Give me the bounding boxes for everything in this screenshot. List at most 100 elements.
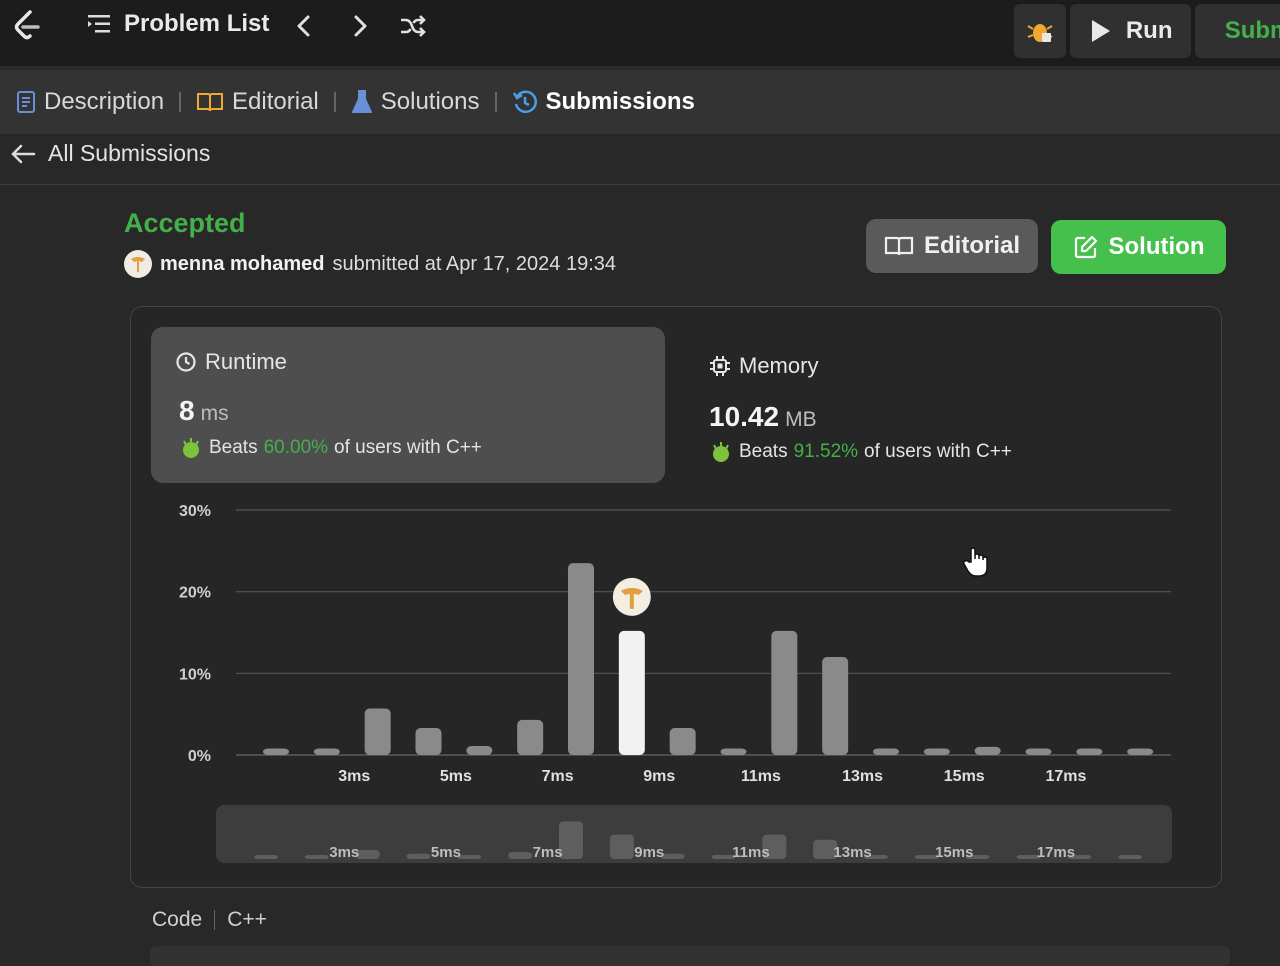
code-divider bbox=[214, 910, 216, 930]
book-icon bbox=[884, 236, 914, 256]
navigator-bar bbox=[254, 855, 278, 859]
tab-divider bbox=[333, 92, 336, 112]
all-submissions-link[interactable]: All Submissions bbox=[10, 140, 210, 167]
y-tick-label: 20% bbox=[179, 585, 211, 602]
chart-bar bbox=[1076, 748, 1103, 755]
x-tick-label: 9ms bbox=[643, 768, 675, 785]
chevron-left-icon[interactable] bbox=[290, 12, 318, 40]
chart-bar bbox=[923, 748, 950, 755]
navigator-bar bbox=[304, 855, 329, 859]
chart-bar bbox=[974, 746, 1001, 755]
navigator-bar bbox=[508, 852, 533, 859]
submission-detail: All Submissions Accepted menna mohamed s… bbox=[0, 134, 1280, 966]
chevron-right-icon[interactable] bbox=[346, 12, 374, 40]
chart-bar bbox=[517, 719, 544, 755]
run-button[interactable]: Run bbox=[1069, 4, 1191, 58]
code-header: Code C++ bbox=[152, 908, 267, 932]
hand-cursor-icon bbox=[962, 547, 988, 577]
chart-bar bbox=[771, 630, 798, 755]
editorial-button-label: Editorial bbox=[923, 232, 1020, 259]
solution-button[interactable]: Solution bbox=[1051, 220, 1226, 274]
tab-editorial[interactable]: Editorial bbox=[196, 88, 319, 116]
play-icon bbox=[1091, 20, 1110, 42]
submit-button[interactable]: Submit bbox=[1194, 4, 1280, 58]
chart-bar bbox=[1025, 748, 1052, 755]
debug-button[interactable] bbox=[1014, 4, 1066, 58]
navigator-tick-label: 13ms bbox=[833, 844, 871, 861]
chart-bar bbox=[720, 748, 747, 755]
code-block bbox=[150, 946, 1230, 966]
chart-bar bbox=[466, 746, 493, 755]
book-icon bbox=[197, 93, 224, 112]
leetcode-logo-icon[interactable] bbox=[10, 8, 46, 44]
tab-description-label: Description bbox=[44, 88, 165, 115]
all-submissions-label: All Submissions bbox=[48, 140, 211, 166]
navigator-tick-label: 15ms bbox=[935, 844, 973, 861]
top-bar: Problem List Run Sub bbox=[0, 0, 1280, 66]
shuffle-icon[interactable] bbox=[398, 12, 426, 40]
problem-list-button[interactable]: Problem List bbox=[86, 10, 269, 38]
list-icon bbox=[88, 15, 110, 33]
status-accepted: Accepted bbox=[124, 208, 246, 238]
navigator-tick-label: 5ms bbox=[431, 844, 461, 861]
navigator-tick-label: 17ms bbox=[1037, 844, 1075, 861]
navigator-tick-label: 9ms bbox=[634, 844, 664, 861]
tab-solutions-label: Solutions bbox=[380, 88, 480, 115]
chart-bar bbox=[364, 708, 391, 755]
x-tick-label: 13ms bbox=[842, 768, 883, 785]
submission-info: menna mohamed submitted at Apr 17, 2024 … bbox=[124, 250, 616, 278]
tab-submissions-label: Submissions bbox=[545, 88, 695, 115]
code-language: C++ bbox=[227, 908, 267, 931]
chart-bar bbox=[873, 748, 899, 755]
action-buttons: Run Submit bbox=[1014, 4, 1280, 58]
submit-label: Submit bbox=[1224, 17, 1280, 44]
chart-bar bbox=[313, 748, 340, 755]
document-icon bbox=[17, 91, 35, 113]
flask-icon bbox=[351, 90, 372, 113]
navigator-bar bbox=[609, 834, 634, 859]
username[interactable]: menna mohamed bbox=[160, 253, 324, 276]
chart-bar bbox=[263, 748, 289, 755]
stats-panel: Runtime 8 ms Beats 60.00% of users with … bbox=[130, 306, 1222, 888]
navigator-bar bbox=[1118, 855, 1143, 859]
chart-bar bbox=[1127, 748, 1154, 755]
chart-bar bbox=[568, 563, 594, 755]
navigator-tick-label: 7ms bbox=[533, 844, 563, 861]
tab-editorial-label: Editorial bbox=[232, 88, 319, 115]
tab-divider bbox=[494, 92, 497, 112]
chart-bar bbox=[669, 728, 696, 755]
x-tick-label: 11ms bbox=[741, 768, 781, 785]
chart-bar bbox=[618, 630, 645, 755]
history-icon bbox=[512, 90, 537, 114]
navigator-bar bbox=[355, 849, 380, 859]
tab-description[interactable]: Description bbox=[16, 88, 164, 116]
avatar[interactable] bbox=[124, 250, 152, 278]
run-label: Run bbox=[1125, 17, 1173, 44]
code-label: Code bbox=[152, 908, 203, 931]
chart-bar bbox=[415, 728, 442, 755]
x-tick-label: 5ms bbox=[440, 768, 472, 785]
navigator-bar bbox=[406, 853, 431, 859]
divider bbox=[0, 184, 1280, 185]
navigator-tick-label: 3ms bbox=[329, 844, 359, 861]
y-tick-label: 0% bbox=[188, 748, 211, 765]
x-tick-label: 17ms bbox=[1045, 768, 1086, 785]
edit-icon bbox=[1074, 235, 1097, 259]
submitted-at: submitted at Apr 17, 2024 19:34 bbox=[332, 252, 617, 275]
x-tick-label: 3ms bbox=[338, 768, 370, 785]
runtime-distribution-chart[interactable]: 0% 10% 20% 30% 3ms 5ms 7ms 9ms 11ms 13ms 15ms 17ms 3… bbox=[131, 307, 1221, 887]
tab-divider bbox=[179, 92, 182, 112]
tab-submissions[interactable]: Submissions bbox=[512, 88, 695, 116]
bug-icon bbox=[1027, 24, 1053, 42]
y-tick-label: 30% bbox=[179, 503, 211, 520]
avatar-icon bbox=[131, 257, 145, 272]
navigator-tick-label: 11ms bbox=[732, 844, 770, 861]
tab-bar: Description Editorial Solutions Submissi… bbox=[0, 70, 1280, 134]
editorial-button[interactable]: Editorial bbox=[866, 219, 1038, 273]
x-tick-label: 15ms bbox=[944, 768, 985, 785]
y-tick-label: 10% bbox=[179, 666, 211, 683]
problem-list-label: Problem List bbox=[124, 10, 270, 37]
x-tick-label: 7ms bbox=[542, 768, 574, 785]
navigator-bar bbox=[660, 853, 685, 859]
tab-solutions[interactable]: Solutions bbox=[351, 88, 480, 116]
